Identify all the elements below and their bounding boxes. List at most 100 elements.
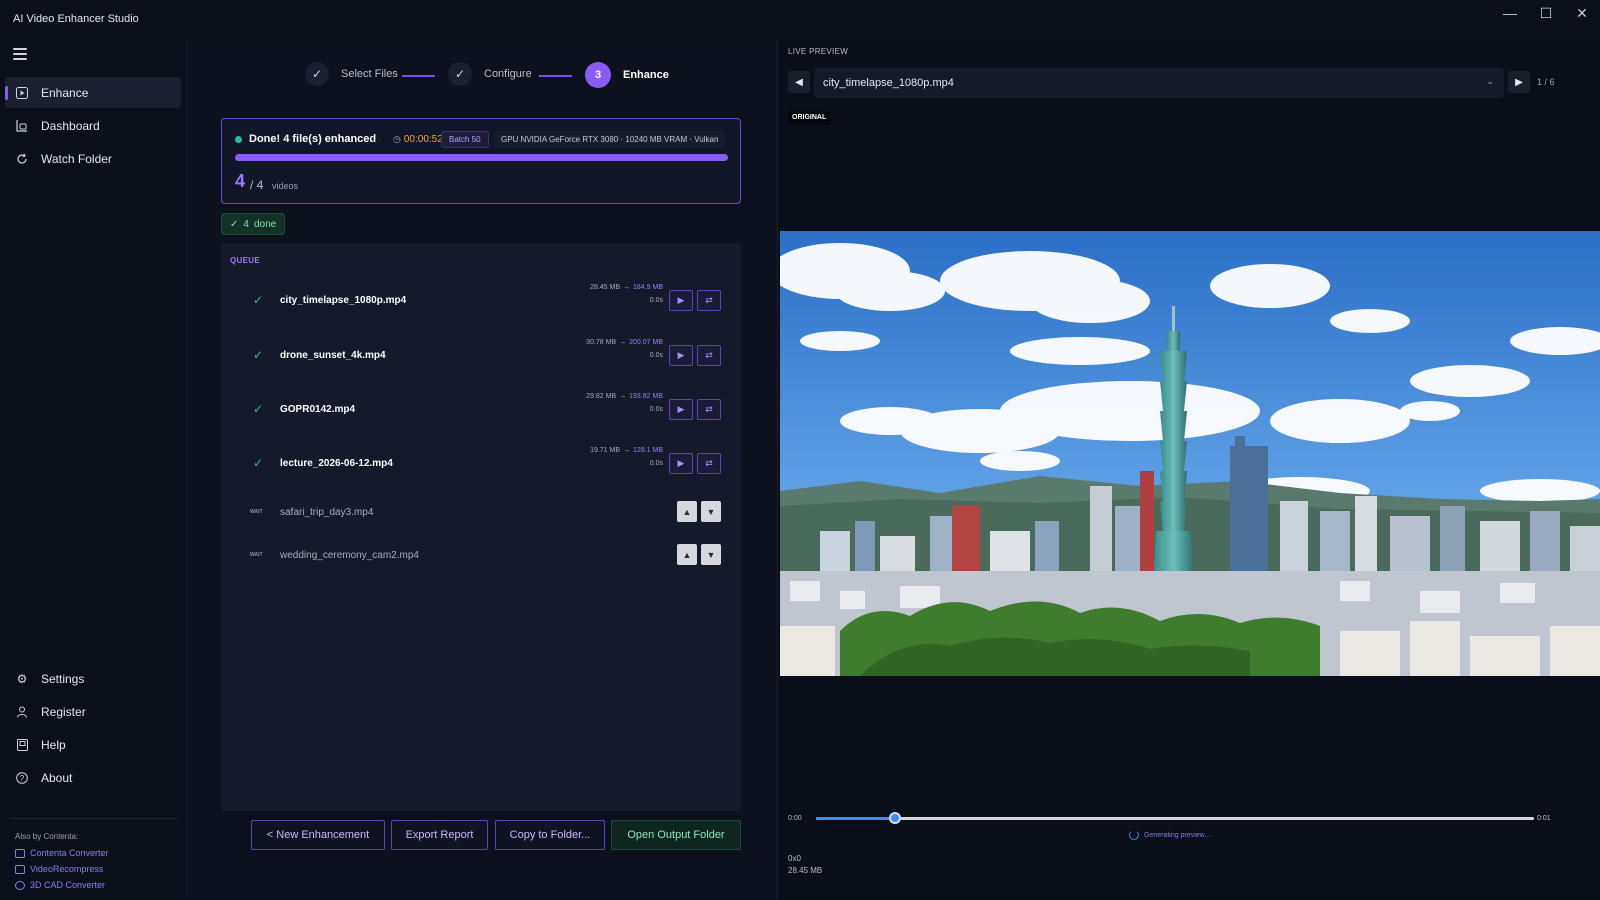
maximize-button[interactable]: ☐ [1528,0,1564,26]
copy-to-folder-button[interactable]: Copy to Folder... [495,820,605,850]
compare-button[interactable]: ⇄ [697,345,721,366]
status-card: Done! 4 file(s) enhanced s ◷ 00:00:52 Bat… [221,118,741,204]
info-circle-icon: ? [15,771,29,785]
compare-button[interactable]: ⇄ [697,399,721,420]
sidebar-item-enhance[interactable]: Enhance [5,77,181,108]
file-name: safari_trip_day3.mp4 [280,507,374,518]
file-counter: 1 / 6 [1537,77,1555,87]
step-connector [539,75,572,77]
play-square-icon [15,86,29,100]
queue-row-completed: ✓ GOPR0142.mp4 29.82 MB → 193.82 MB 0.0s ▶… [221,387,741,433]
count-unit: videos [272,181,299,191]
move-down-button[interactable]: ▼ [701,544,721,565]
sidebar-item-label: Dashboard [41,118,100,133]
preview-size: 28.45 MB [788,866,823,875]
move-up-button[interactable]: ▲ [677,501,697,522]
sidebar-item-register[interactable]: Register [5,696,181,727]
timeline-scrubber[interactable] [816,817,1534,820]
process-time: 0.0s [649,352,663,359]
gpu-info: GPU NVIDIA GeForce RTX 3080 · 10240 MB V… [494,131,726,148]
video-icon [15,864,25,874]
play-button[interactable]: ▶ [669,399,693,420]
file-sizes: 30.78 MB → 200.07 MB [586,339,663,346]
also-link-videorecompress[interactable]: VideoRecompress [15,864,103,874]
user-icon [15,705,29,719]
wait-status: WAIT [250,552,263,558]
next-file-button[interactable]: ▶ [1508,71,1530,93]
compare-button[interactable]: ⇄ [697,453,721,474]
check-icon: ✓ [253,293,264,307]
progress-fill [235,154,728,161]
city-skyline-image [780,231,1600,676]
clock-icon: ◷ [393,134,401,144]
preview-info: 0x0 28.45 MB [788,853,822,877]
check-icon: ✓ [305,62,329,86]
app-title: AI Video Enhancer Studio [13,13,139,25]
progress-bar [235,154,728,161]
sidebar: Enhance Dashboard Watch Folder ⚙ Setting… [0,40,187,900]
check-icon: ✓ [230,218,239,230]
play-button[interactable]: ▶ [669,290,693,311]
also-link-3d-cad-converter[interactable]: 3D CAD Converter [15,880,105,890]
also-link-contenta-converter[interactable]: Contenta Converter [15,848,109,858]
gear-icon: ⚙ [16,671,28,686]
help-book-icon [15,738,29,752]
sidebar-item-dashboard[interactable]: Dashboard [5,110,181,141]
process-time: 0.0s [649,297,663,304]
sidebar-item-watch-folder[interactable]: Watch Folder [5,143,181,174]
sidebar-item-help[interactable]: Help [5,729,181,760]
sidebar-item-label: Register [41,704,86,719]
scrubber-handle[interactable] [888,812,901,824]
original-badge: ORIGINAL [788,111,831,125]
file-name: lecture_2026-06-12.mp4 [280,458,393,469]
move-down-button[interactable]: ▼ [701,501,721,522]
step-select-files: ✓ Select Files [305,62,398,86]
sidebar-item-about[interactable]: ? About [5,762,181,793]
image-icon [15,848,25,858]
export-report-button[interactable]: Export Report [391,820,488,850]
total-count: / 4 [250,178,264,192]
queue-row-completed: ✓ drone_sunset_4k.mp4 30.78 MB → 200.07 MB… [221,333,741,379]
preview-label: LIVE PREVIEW [788,47,849,56]
preview-file-select[interactable]: city_timelapse_1080p.mp4 ⌄ [814,68,1504,98]
status-message: Done! 4 file(s) enhanced s [249,133,380,145]
open-output-folder-button[interactable]: Open Output Folder [611,820,741,850]
file-name: wedding_ceremony_cam2.mp4 [280,550,419,561]
scrubber-progress [816,817,895,820]
compare-button[interactable]: ⇄ [697,290,721,311]
cube-icon [15,880,25,890]
svg-text:?: ? [20,774,25,783]
window-controls: — ☐ ✕ [1492,0,1600,28]
step-number: 3 [585,62,611,88]
check-icon: ✓ [253,402,264,416]
sidebar-item-settings[interactable]: ⚙ Settings [5,663,181,694]
elapsed-time: ◷ 00:00:52 [393,134,443,145]
sidebar-item-label: Watch Folder [41,151,112,166]
move-up-button[interactable]: ▲ [677,544,697,565]
queue-row-waiting: WAIT wedding_ceremony_cam2.mp4 ▲ ▼ [221,539,741,585]
dashboard-icon [15,119,29,133]
check-icon: ✓ [253,456,264,470]
title-bar: AI Video Enhancer Studio — ☐ ✕ [0,0,1600,40]
check-icon: ✓ [253,348,264,362]
file-sizes: 19.71 MB → 128.1 MB [590,447,663,454]
play-button[interactable]: ▶ [669,453,693,474]
queue-row-waiting: WAIT safari_trip_day3.mp4 ▲ ▼ [221,496,741,542]
time-end: 0:01 [1537,815,1551,822]
queue-title: QUEUE [230,256,260,265]
hamburger-menu-icon[interactable] [13,48,27,60]
queue-panel: QUEUE ✓ city_timelapse_1080p.mp4 28.45 M… [221,243,741,811]
batch-badge: Batch 50 [441,131,489,148]
process-time: 0.0s [649,460,663,467]
minimize-button[interactable]: — [1492,0,1528,26]
close-button[interactable]: ✕ [1564,0,1600,26]
new-enhancement-button[interactable]: < New Enhancement [251,820,385,850]
preview-resolution: 0x0 [788,854,801,863]
queue-row-completed: ✓ city_timelapse_1080p.mp4 28.45 MB → 184.… [221,278,741,324]
previous-file-button[interactable]: ◀ [788,71,810,93]
generating-preview-status: Generating preview... [1129,830,1210,840]
play-button[interactable]: ▶ [669,345,693,366]
sidebar-item-label: About [41,770,73,785]
step-enhance: 3 Enhance [585,62,669,88]
also-by-title: Also by Contenta: [15,832,79,841]
